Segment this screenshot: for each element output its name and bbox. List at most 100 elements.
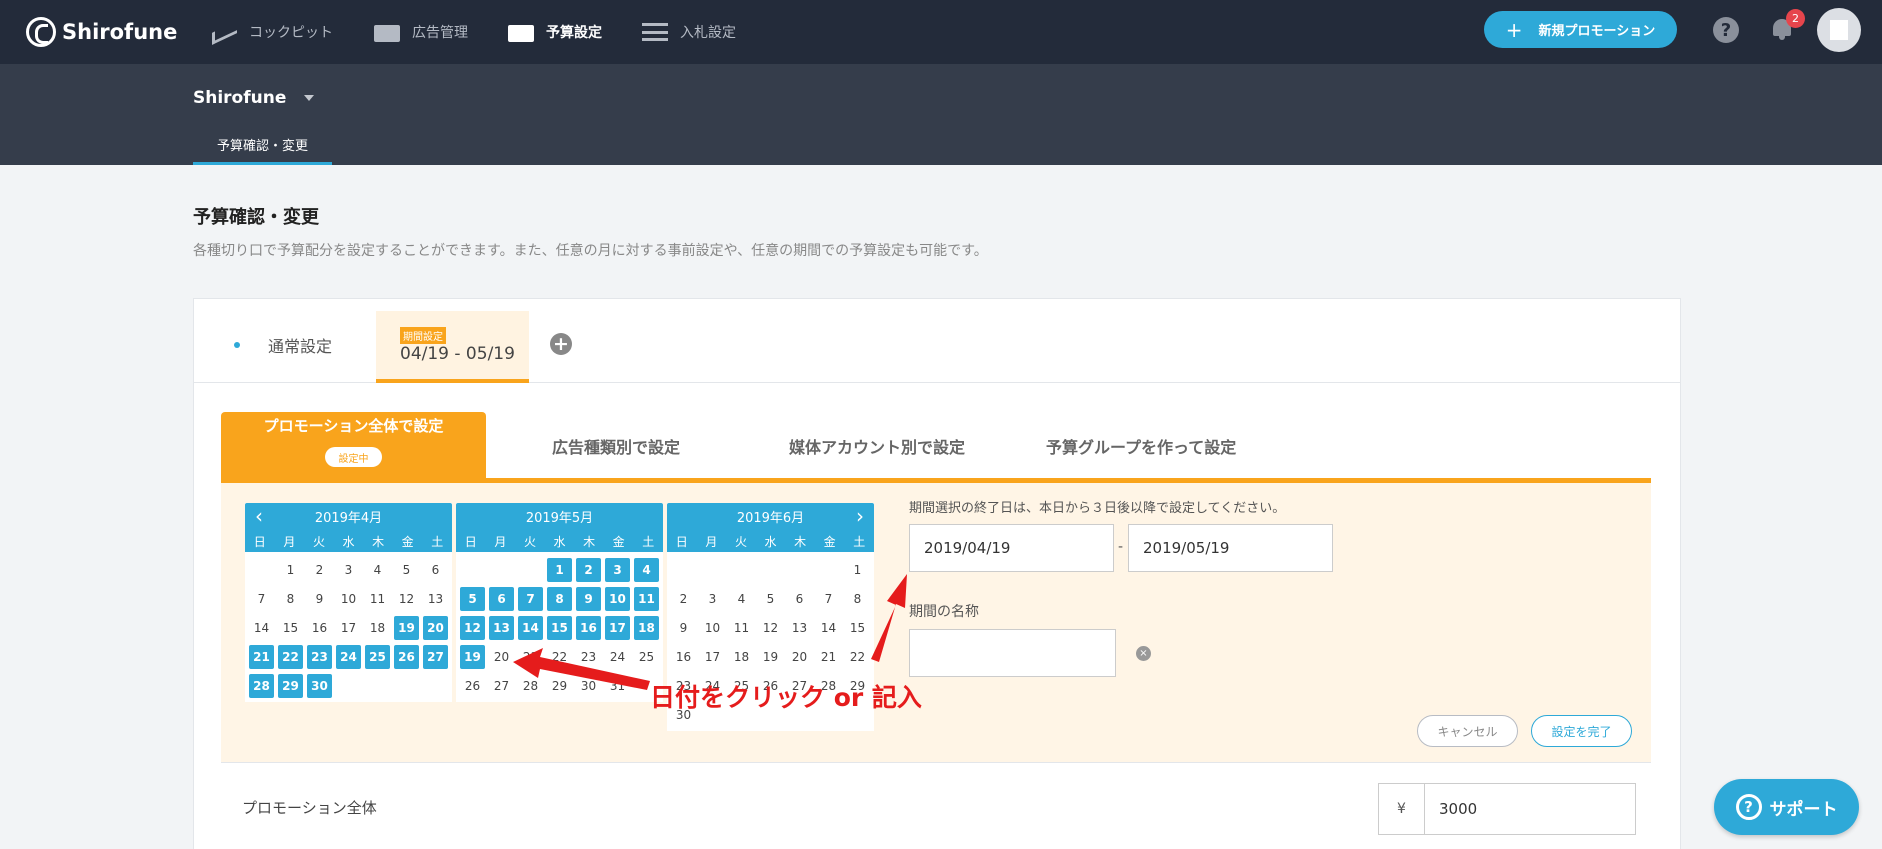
- cancel-button[interactable]: キャンセル: [1417, 715, 1518, 747]
- calendar-day[interactable]: 11: [365, 587, 390, 611]
- calendar-day[interactable]: 28: [518, 674, 543, 698]
- calendar-day[interactable]: 2: [671, 587, 696, 611]
- tab-by-budget-group[interactable]: 予算グループを作って設定: [1046, 434, 1236, 458]
- calendar-day[interactable]: 11: [634, 587, 659, 611]
- calendar-day[interactable]: 20: [489, 645, 514, 669]
- tab-period-setting[interactable]: 期間設定 04/19 - 05/19: [376, 311, 529, 383]
- clear-icon[interactable]: ×: [1136, 646, 1151, 661]
- account-selector[interactable]: Shirofune: [193, 88, 315, 108]
- calendar-day[interactable]: 13: [423, 587, 448, 611]
- calendar-day[interactable]: 8: [547, 587, 572, 611]
- calendar-day[interactable]: 27: [489, 674, 514, 698]
- calendar-day[interactable]: 24: [336, 645, 361, 669]
- calendar-day[interactable]: 3: [605, 558, 630, 582]
- calendar-day[interactable]: 6: [489, 587, 514, 611]
- calendar-day[interactable]: 3: [700, 587, 725, 611]
- calendar-day[interactable]: 1: [278, 558, 303, 582]
- calendar-day[interactable]: 18: [365, 616, 390, 640]
- avatar[interactable]: [1817, 8, 1861, 52]
- calendar-day[interactable]: 25: [634, 645, 659, 669]
- nav-item-budget-settings[interactable]: 予算設定: [508, 18, 602, 46]
- calendar-day[interactable]: 12: [394, 587, 419, 611]
- calendar-day[interactable]: 22: [278, 645, 303, 669]
- calendar-day[interactable]: 6: [787, 587, 812, 611]
- calendar-day[interactable]: 29: [547, 674, 572, 698]
- calendar-day[interactable]: 8: [278, 587, 303, 611]
- calendar-day[interactable]: 16: [576, 616, 601, 640]
- calendar-day[interactable]: 9: [671, 616, 696, 640]
- calendar-day[interactable]: 6: [423, 558, 448, 582]
- calendar-day[interactable]: 7: [249, 587, 274, 611]
- calendar-day[interactable]: 9: [576, 587, 601, 611]
- calendar-day[interactable]: 5: [460, 587, 485, 611]
- new-promotion-button[interactable]: + 新規プロモーション: [1484, 11, 1677, 48]
- calendar-day[interactable]: 20: [423, 616, 448, 640]
- calendar-day[interactable]: 15: [845, 616, 870, 640]
- calendar-day[interactable]: 7: [518, 587, 543, 611]
- calendar-day[interactable]: 14: [816, 616, 841, 640]
- chevron-left-icon[interactable]: ‹: [255, 506, 263, 526]
- calendar-day[interactable]: 14: [249, 616, 274, 640]
- calendar-day[interactable]: 26: [394, 645, 419, 669]
- calendar-day[interactable]: 30: [307, 674, 332, 698]
- calendar-day[interactable]: 4: [634, 558, 659, 582]
- calendar-day[interactable]: 3: [336, 558, 361, 582]
- calendar-day[interactable]: 19: [394, 616, 419, 640]
- calendar-day[interactable]: 13: [787, 616, 812, 640]
- tab-promotion-wide[interactable]: プロモーション全体で設定 設定中: [221, 412, 486, 478]
- calendar-day[interactable]: 16: [671, 645, 696, 669]
- brand-logo[interactable]: Shirofune: [26, 15, 177, 49]
- calendar-day[interactable]: 21: [518, 645, 543, 669]
- calendar-day[interactable]: 14: [518, 616, 543, 640]
- calendar-day[interactable]: 24: [605, 645, 630, 669]
- calendar-day[interactable]: 8: [845, 587, 870, 611]
- calendar-day[interactable]: 19: [758, 645, 783, 669]
- calendar-day[interactable]: 15: [547, 616, 572, 640]
- calendar-day[interactable]: 2: [307, 558, 332, 582]
- calendar-day[interactable]: 4: [365, 558, 390, 582]
- calendar-day[interactable]: 19: [460, 645, 485, 669]
- calendar-day[interactable]: 10: [336, 587, 361, 611]
- calendar-day[interactable]: 10: [700, 616, 725, 640]
- calendar-day[interactable]: 27: [423, 645, 448, 669]
- calendar-day[interactable]: 1: [845, 558, 870, 582]
- calendar-day[interactable]: 7: [816, 587, 841, 611]
- nav-item-cockpit[interactable]: コックピット: [211, 18, 333, 46]
- calendar-day[interactable]: 18: [634, 616, 659, 640]
- calendar-day[interactable]: 26: [460, 674, 485, 698]
- tab-normal-setting[interactable]: 通常設定: [234, 333, 332, 357]
- calendar-day[interactable]: 5: [758, 587, 783, 611]
- tab-by-media-account[interactable]: 媒体アカウント別で設定: [789, 434, 965, 458]
- calendar-day[interactable]: 1: [547, 558, 572, 582]
- calendar-day[interactable]: 25: [365, 645, 390, 669]
- chevron-right-icon[interactable]: ›: [856, 506, 864, 526]
- calendar-day[interactable]: 13: [489, 616, 514, 640]
- calendar-day[interactable]: 23: [307, 645, 332, 669]
- calendar-day[interactable]: 12: [758, 616, 783, 640]
- calendar-day[interactable]: 12: [460, 616, 485, 640]
- calendar-day[interactable]: 5: [394, 558, 419, 582]
- support-button[interactable]: ? サポート: [1714, 779, 1859, 835]
- subtab-budget-review[interactable]: 予算確認・変更: [193, 126, 332, 165]
- calendar-day[interactable]: 31: [605, 674, 630, 698]
- calendar-day[interactable]: 23: [576, 645, 601, 669]
- help-icon[interactable]: ?: [1713, 17, 1739, 43]
- calendar-day[interactable]: 30: [576, 674, 601, 698]
- calendar-day[interactable]: 11: [729, 616, 754, 640]
- end-date-input[interactable]: 2019/05/19: [1128, 524, 1333, 572]
- calendar-day[interactable]: 10: [605, 587, 630, 611]
- tab-by-ad-type[interactable]: 広告種類別で設定: [552, 434, 680, 458]
- calendar-day[interactable]: 22: [845, 645, 870, 669]
- nav-item-ad-management[interactable]: 広告管理: [374, 18, 468, 46]
- calendar-day[interactable]: 20: [787, 645, 812, 669]
- start-date-input[interactable]: 2019/04/19: [909, 524, 1114, 572]
- calendar-day[interactable]: 22: [547, 645, 572, 669]
- calendar-day[interactable]: 4: [729, 587, 754, 611]
- calendar-day[interactable]: 29: [278, 674, 303, 698]
- calendar-day[interactable]: 18: [729, 645, 754, 669]
- calendar-day[interactable]: 21: [816, 645, 841, 669]
- calendar-day[interactable]: 15: [278, 616, 303, 640]
- add-period-icon[interactable]: +: [550, 333, 572, 355]
- calendar-day[interactable]: 21: [249, 645, 274, 669]
- calendar-day[interactable]: 9: [307, 587, 332, 611]
